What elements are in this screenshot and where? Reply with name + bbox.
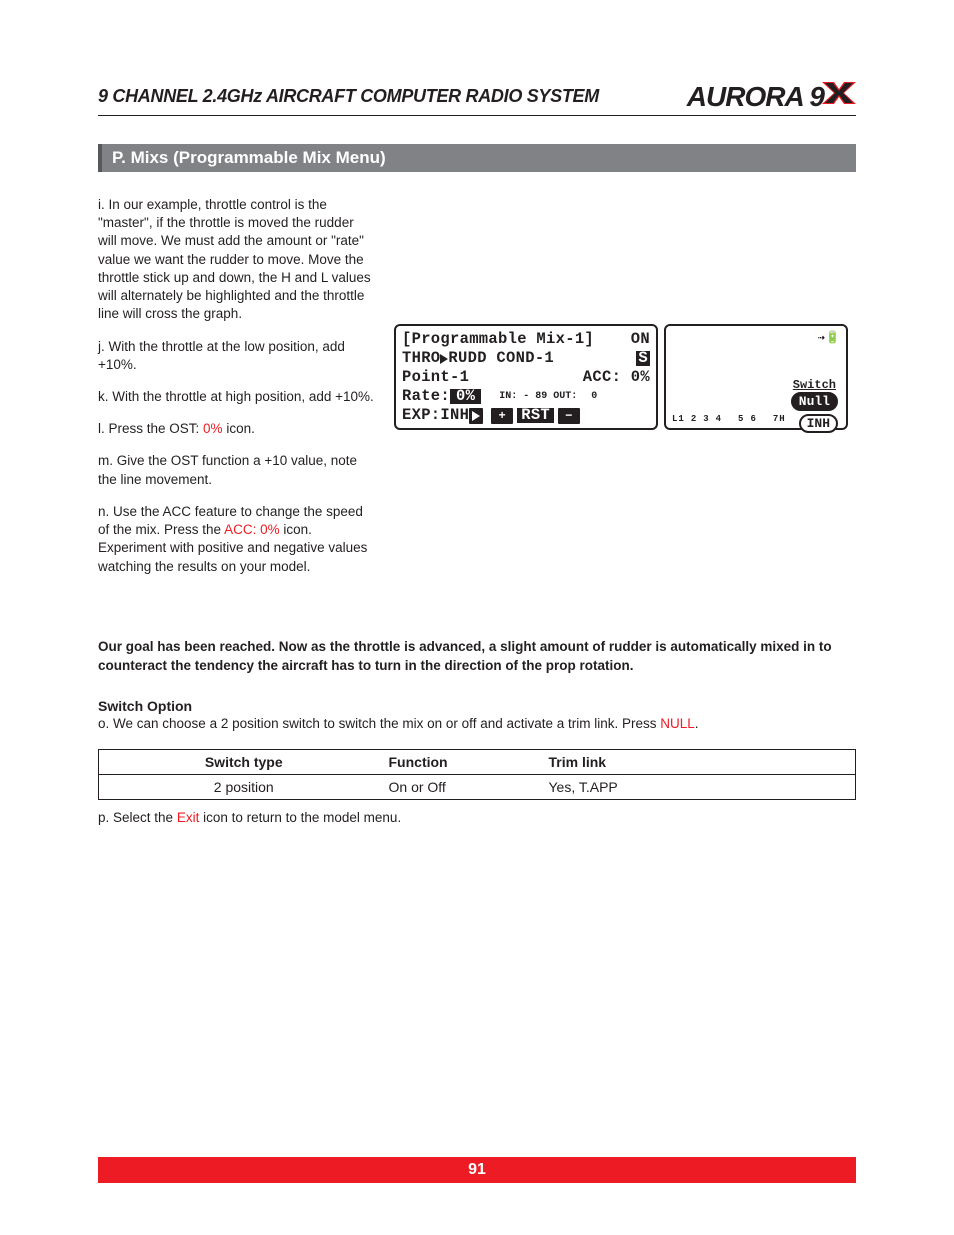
- lcd-acc: ACC: 0%: [583, 370, 650, 386]
- step-j: j. With the throttle at the low position…: [98, 338, 376, 374]
- page-number-bar: 91: [98, 1157, 856, 1183]
- lcd-rate-value: 0%: [450, 389, 481, 405]
- page-number: 91: [468, 1161, 486, 1178]
- lcd-slave: RUDD COND-1: [448, 351, 554, 367]
- step-p: p. Select the Exit icon to return to the…: [98, 810, 856, 825]
- lcd-master: THRO: [402, 351, 440, 367]
- lcd-rst-button: RST: [517, 408, 554, 424]
- lcd-scale: L1 2 3 4 5 6 7H: [672, 414, 786, 424]
- lcd-inout: IN: - 89 OUT:: [499, 392, 577, 402]
- lcd-side-panel: ⇢🔋 Switch Null INH L1 2 3 4 5 6 7H: [664, 324, 848, 430]
- th-trim-link: Trim link: [549, 749, 856, 774]
- logo-x-icon: [822, 80, 856, 113]
- lcd-s-indicator: S: [636, 351, 650, 367]
- lcd-minus-button: −: [558, 408, 580, 424]
- header-title: 9 CHANNEL 2.4GHz AIRCRAFT COMPUTER RADIO…: [98, 86, 599, 107]
- step-l: l. Press the OST: 0% icon.: [98, 420, 376, 438]
- lcd-main-panel: [Programmable Mix-1]ON THRORUDD COND-1S …: [394, 324, 658, 430]
- step-i: i. In our example, throttle control is t…: [98, 196, 376, 324]
- page-header: 9 CHANNEL 2.4GHz AIRCRAFT COMPUTER RADIO…: [98, 80, 856, 116]
- lcd-inh-pill: INH: [799, 414, 838, 433]
- lcd-out-val: 0: [591, 392, 597, 402]
- lcd-switch-label: Switch: [793, 378, 836, 392]
- arrow-right-icon: [440, 354, 448, 364]
- play-right-icon: [469, 408, 483, 424]
- lcd-figure: [Programmable Mix-1]ON THRORUDD COND-1S …: [394, 196, 856, 590]
- td-switch-type: 2 position: [99, 774, 389, 799]
- lcd-plus-button: +: [491, 408, 513, 424]
- instruction-steps: i. In our example, throttle control is t…: [98, 196, 376, 590]
- lcd-on: ON: [631, 332, 650, 348]
- td-trim-link: Yes, T.APP: [549, 774, 856, 799]
- logo-text: AURORA 9: [687, 81, 824, 113]
- brand-logo: AURORA 9: [687, 80, 856, 113]
- switch-option-heading: Switch Option: [98, 698, 856, 714]
- step-m: m. Give the OST function a +10 value, no…: [98, 452, 376, 488]
- lcd-exp: EXP:INH: [402, 408, 469, 424]
- lcd-rate-label: Rate:: [402, 389, 450, 405]
- step-n: n. Use the ACC feature to change the spe…: [98, 503, 376, 576]
- lcd-null-pill: Null: [791, 392, 838, 411]
- step-k: k. With the throttle at high position, a…: [98, 388, 376, 406]
- lcd-point: Point-1: [402, 370, 469, 386]
- th-switch-type: Switch type: [99, 749, 389, 774]
- switch-table: Switch type Function Trim link 2 positio…: [98, 749, 856, 800]
- battery-rf-icon: ⇢🔋: [818, 330, 840, 345]
- td-function: On or Off: [389, 774, 549, 799]
- goal-summary: Our goal has been reached. Now as the th…: [98, 638, 856, 676]
- step-o: o. We can choose a 2 position switch to …: [98, 716, 856, 731]
- th-function: Function: [389, 749, 549, 774]
- section-title-bar: P. Mixs (Programmable Mix Menu): [98, 144, 856, 172]
- lcd-title: [Programmable Mix-1]: [402, 332, 594, 348]
